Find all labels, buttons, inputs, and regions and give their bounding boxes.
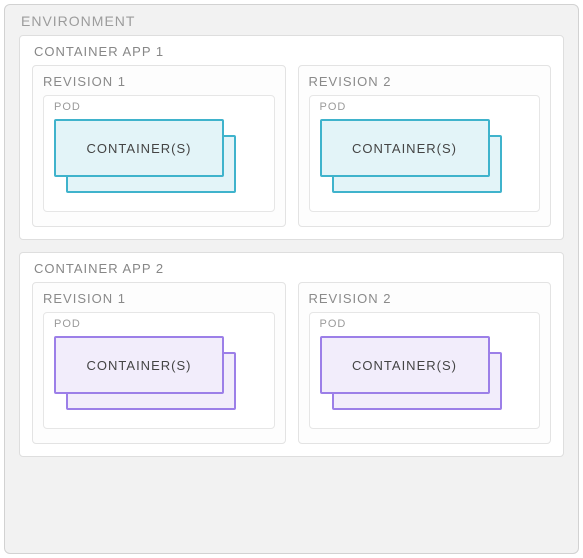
- pod-box: POD CONTAINER(S): [309, 95, 541, 212]
- environment-box: ENVIRONMENT CONTAINER APP 1 REVISION 1 P…: [4, 4, 579, 554]
- pod-label: POD: [320, 100, 530, 119]
- revision-label: REVISION 2: [309, 72, 541, 95]
- revision-label: REVISION 2: [309, 289, 541, 312]
- pod-box: POD CONTAINER(S): [43, 95, 275, 212]
- container-app-1-label: CONTAINER APP 1: [32, 42, 551, 65]
- container-app-2-label: CONTAINER APP 2: [32, 259, 551, 282]
- container-app-2: CONTAINER APP 2 REVISION 1 POD CONTAINER…: [19, 252, 564, 457]
- app2-revision-1: REVISION 1 POD CONTAINER(S): [32, 282, 286, 444]
- container-label: CONTAINER(S): [87, 358, 192, 373]
- container-stack: CONTAINER(S): [320, 336, 530, 412]
- container-stack: CONTAINER(S): [54, 119, 264, 195]
- container-label: CONTAINER(S): [87, 141, 192, 156]
- container-app-1: CONTAINER APP 1 REVISION 1 POD CONTAINER…: [19, 35, 564, 240]
- app1-revision-2: REVISION 2 POD CONTAINER(S): [298, 65, 552, 227]
- pod-label: POD: [320, 317, 530, 336]
- environment-label: ENVIRONMENT: [19, 11, 564, 35]
- pod-box: POD CONTAINER(S): [43, 312, 275, 429]
- revision-label: REVISION 1: [43, 289, 275, 312]
- app1-revision-1: REVISION 1 POD CONTAINER(S): [32, 65, 286, 227]
- container-stack: CONTAINER(S): [54, 336, 264, 412]
- container-label: CONTAINER(S): [352, 141, 457, 156]
- revision-label: REVISION 1: [43, 72, 275, 95]
- pod-label: POD: [54, 317, 264, 336]
- container-box-front: CONTAINER(S): [54, 336, 224, 394]
- pod-box: POD CONTAINER(S): [309, 312, 541, 429]
- container-box-front: CONTAINER(S): [54, 119, 224, 177]
- container-stack: CONTAINER(S): [320, 119, 530, 195]
- container-box-front: CONTAINER(S): [320, 119, 490, 177]
- container-label: CONTAINER(S): [352, 358, 457, 373]
- app2-revision-2: REVISION 2 POD CONTAINER(S): [298, 282, 552, 444]
- pod-label: POD: [54, 100, 264, 119]
- container-box-front: CONTAINER(S): [320, 336, 490, 394]
